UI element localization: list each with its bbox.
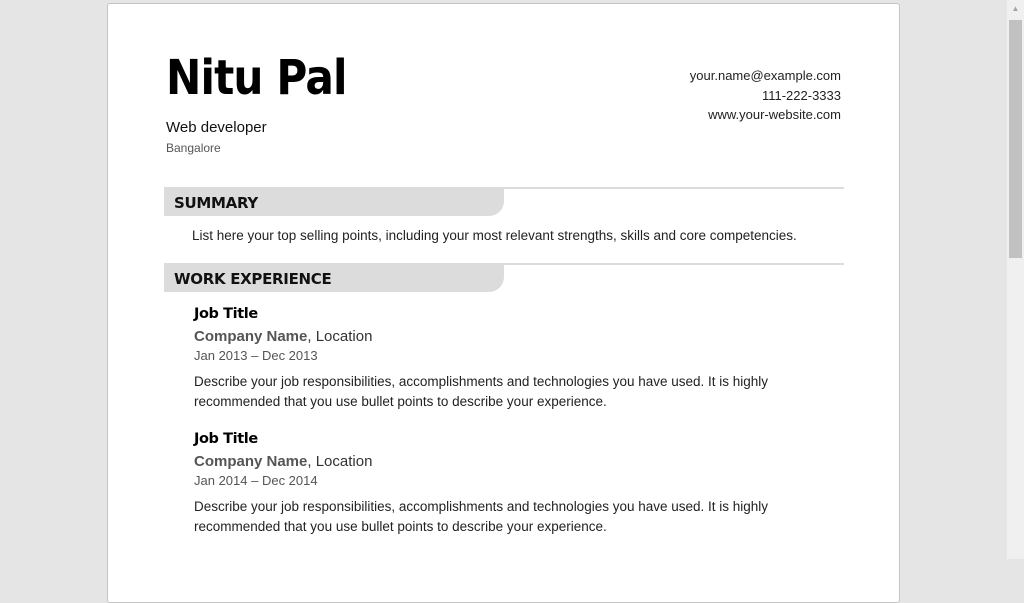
job-dates: Jan 2013 – Dec 2013 bbox=[194, 348, 318, 363]
contact-phone: 111-222-3333 bbox=[761, 87, 841, 103]
job-dates: Jan 2014 – Dec 2014 bbox=[194, 473, 318, 488]
job-description: Describe your job responsibilities, acco… bbox=[194, 374, 769, 409]
candidate-name: Nitu Pal bbox=[166, 50, 347, 106]
job-title: Job Title bbox=[194, 306, 258, 322]
contact-email[interactable]: your.name@example.com bbox=[690, 66, 841, 86]
contact-block: your.name@example.com 111-222-3333 www.y… bbox=[690, 66, 841, 125]
triangle-up-icon[interactable]: ▲ bbox=[1007, 0, 1024, 17]
summary-text: List here your top selling points, inclu… bbox=[192, 228, 797, 243]
job-company-name: Company Name bbox=[194, 328, 308, 345]
job-entry: Job Title Company Name, Location Jan 201… bbox=[194, 306, 814, 412]
job-location: , Location bbox=[307, 328, 373, 345]
contact-website[interactable]: www.your-website.com bbox=[690, 105, 841, 125]
job-title: Job Title bbox=[194, 431, 258, 447]
summary-section-title: SUMMARY bbox=[174, 194, 258, 212]
job-entry: Job Title Company Name, Location Jan 201… bbox=[194, 431, 814, 537]
work-section-title: WORK EXPERIENCE bbox=[174, 270, 332, 288]
job-company-name: Company Name bbox=[194, 453, 308, 470]
scrollbar-thumb[interactable] bbox=[1009, 20, 1022, 258]
work-section-tab: WORK EXPERIENCE bbox=[164, 264, 504, 292]
job-company-line: Company Name, Location bbox=[194, 328, 814, 348]
job-company-line: Company Name, Location bbox=[194, 453, 814, 473]
job-location: , Location bbox=[307, 453, 373, 470]
vertical-scrollbar[interactable]: ▲ bbox=[1007, 0, 1024, 559]
summary-section-header: SUMMARY bbox=[164, 187, 844, 218]
resume-page: Nitu Pal Web developer Bangalore your.na… bbox=[107, 3, 900, 603]
candidate-role: Web developer bbox=[166, 119, 267, 136]
summary-section-tab: SUMMARY bbox=[164, 188, 504, 216]
work-section-header: WORK EXPERIENCE bbox=[164, 263, 844, 294]
job-description: Describe your job responsibilities, acco… bbox=[194, 499, 769, 534]
candidate-city: Bangalore bbox=[166, 141, 221, 155]
